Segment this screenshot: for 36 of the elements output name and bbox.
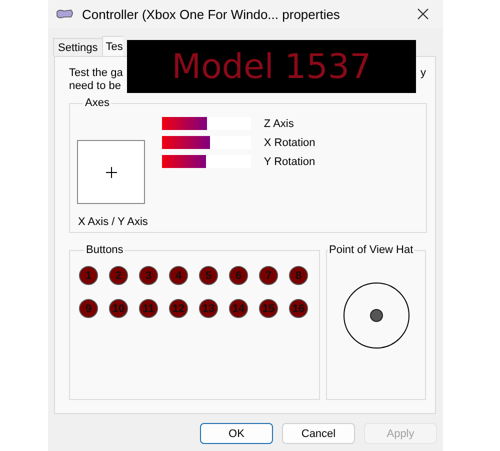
- gamepad-icon: [56, 8, 74, 20]
- button-indicator: 7: [259, 266, 278, 285]
- tab[interactable]: Tes: [102, 36, 123, 56]
- axis-label: X Axis / Y Axis: [78, 216, 148, 228]
- button-indicator: 3: [139, 266, 158, 285]
- button-indicator: 10: [109, 299, 128, 318]
- button-indicator: 5: [199, 266, 218, 285]
- button-indicator: 12: [169, 299, 188, 318]
- crosshair-icon: [106, 166, 116, 178]
- instruction-text: Test the ga: [69, 67, 123, 80]
- dialog-button[interactable]: Cancel: [282, 423, 355, 444]
- label-banner: Model 1537: [127, 40, 416, 93]
- button-indicator: 14: [229, 299, 248, 318]
- axis-label: Z Axis: [264, 118, 294, 130]
- button-indicator: 11: [139, 299, 158, 318]
- group-title: Buttons: [85, 244, 124, 256]
- tab[interactable]: Settings: [53, 38, 103, 56]
- group-title: Axes: [84, 97, 110, 109]
- button-indicator: 2: [109, 266, 128, 285]
- window-title: Controller (Xbox One For Windo... properties: [82, 6, 341, 22]
- button-indicator: 16: [289, 299, 308, 318]
- group-title: Point of View Hat: [328, 244, 414, 256]
- button-indicator: 6: [229, 266, 248, 285]
- axis-label: Y Rotation: [264, 156, 316, 168]
- button-indicator: 8: [289, 266, 308, 285]
- button-indicator: 4: [169, 266, 188, 285]
- instruction-text: y: [420, 67, 426, 80]
- instruction-text: need to be: [69, 80, 121, 93]
- dialog-button[interactable]: OK: [200, 423, 273, 444]
- close-icon[interactable]: [417, 8, 429, 20]
- button-indicator: 15: [259, 299, 278, 318]
- axis-label: X Rotation: [264, 136, 316, 148]
- button-indicator: 1: [79, 266, 98, 285]
- button-indicator: 9: [79, 299, 98, 318]
- button-indicator: 13: [199, 299, 218, 318]
- pov-hat-drawing: [342, 282, 410, 349]
